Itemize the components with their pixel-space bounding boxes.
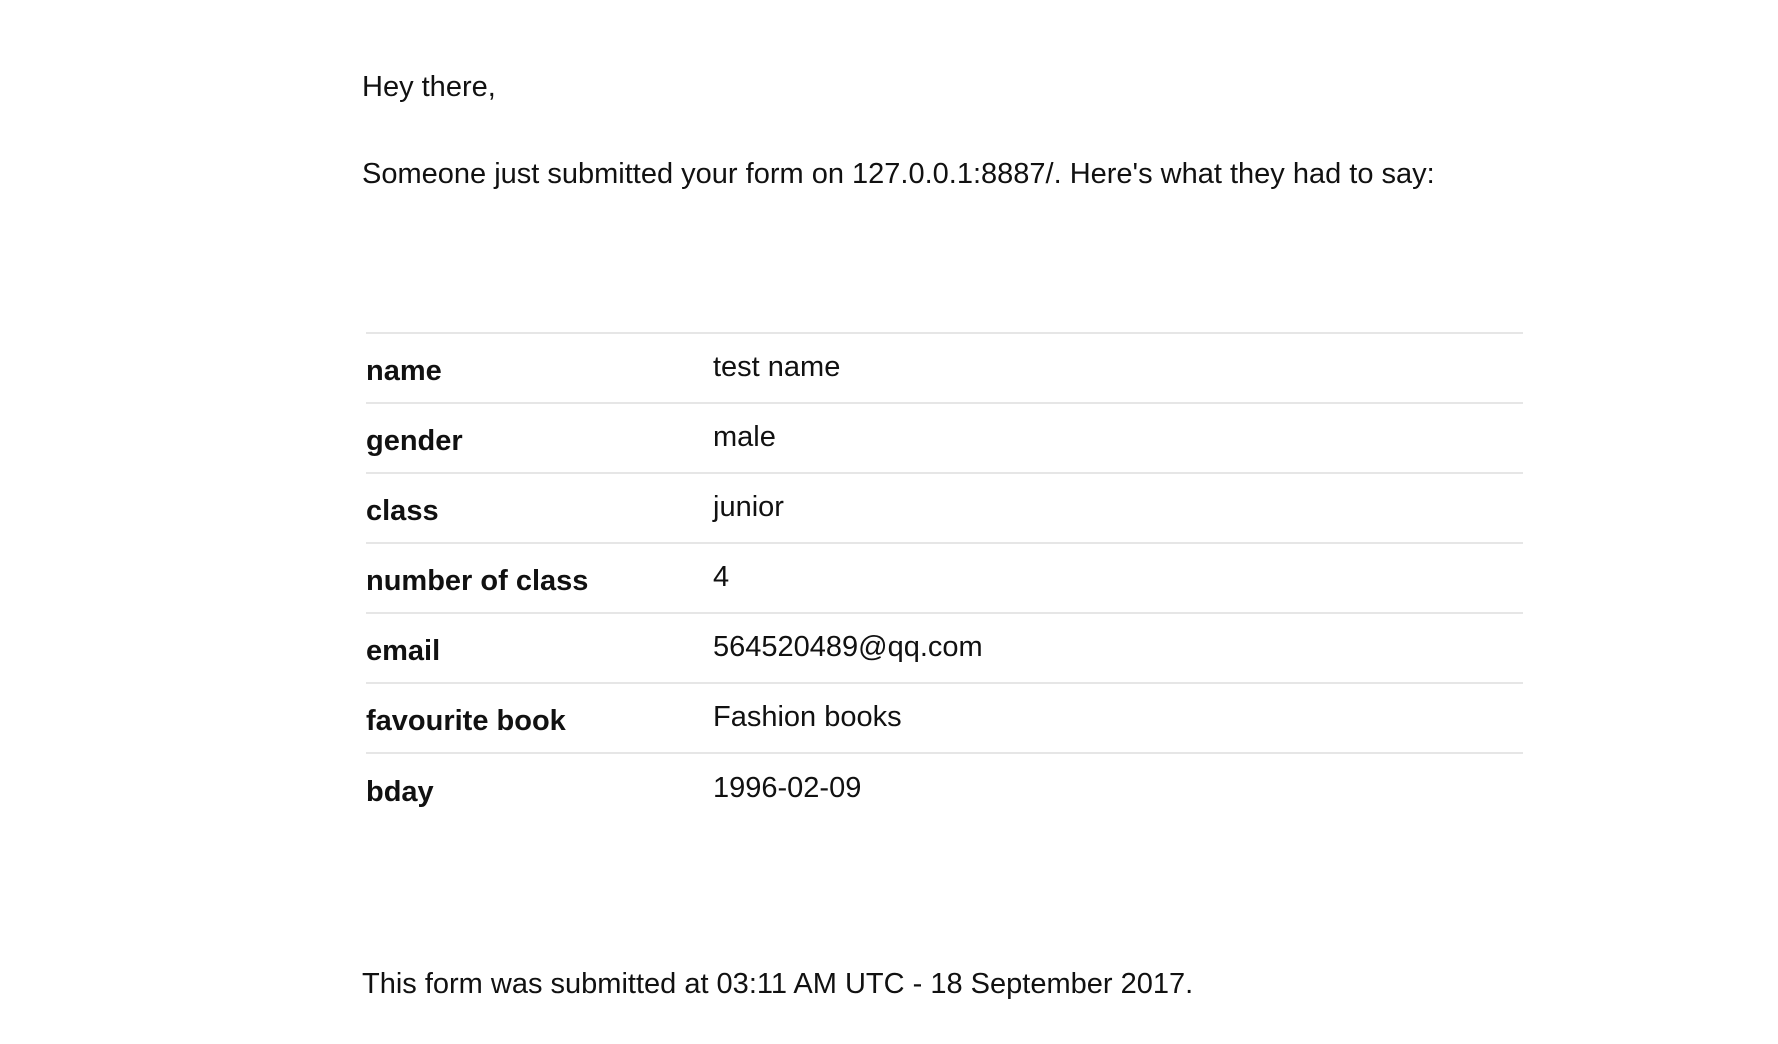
submission-timestamp-text: This form was submitted at 03:11 AM UTC … [362, 968, 1194, 1000]
field-label: bday [366, 775, 434, 808]
field-label: email [366, 635, 441, 667]
intro-text: Someone just submitted your form on 127.… [362, 158, 1435, 190]
field-label: name [366, 355, 442, 387]
field-label: number of class [366, 565, 589, 597]
table-row: class junior [366, 473, 1523, 543]
table-row: bday 1996-02-09 [366, 753, 1523, 823]
table-row: name test name [366, 333, 1523, 403]
table-row: email 564520489@qq.com [366, 613, 1523, 683]
field-value: Fashion books [713, 701, 902, 733]
table-row: number of class 4 [366, 543, 1523, 613]
submission-table: name test name gender male class junior … [366, 332, 1523, 823]
table-row: favourite book Fashion books [366, 683, 1523, 753]
field-label: gender [366, 425, 463, 457]
field-value: junior [713, 491, 784, 523]
field-label: favourite book [366, 705, 566, 737]
field-value: male [713, 421, 776, 453]
table-row: gender male [366, 403, 1523, 473]
field-value: 564520489@qq.com [713, 631, 983, 663]
field-value: test name [713, 351, 841, 383]
greeting-text: Hey there, [362, 71, 496, 103]
field-value: 1996-02-09 [713, 771, 862, 804]
field-value: 4 [713, 561, 730, 593]
field-label: class [366, 495, 439, 527]
